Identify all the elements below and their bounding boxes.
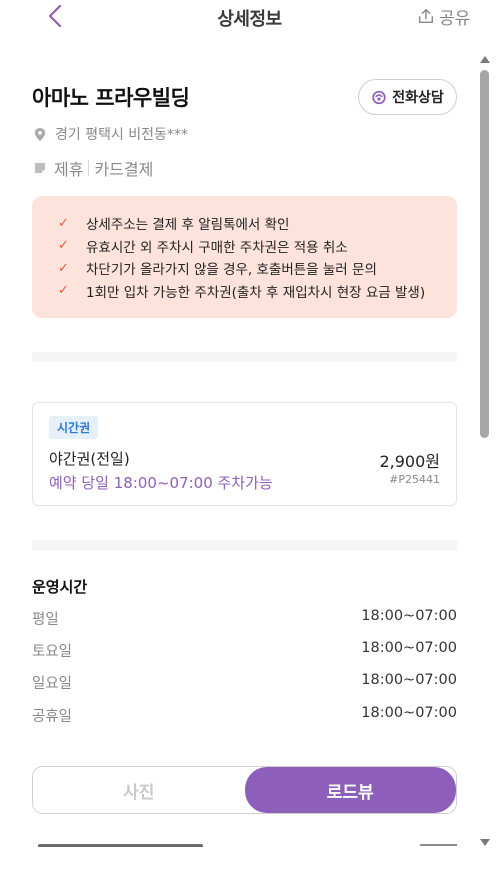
share-label: 공유 (439, 8, 471, 29)
hours-row: 일요일 18:00~07:00 (32, 672, 457, 693)
place-name: 아마노 프라우빌딩 (32, 86, 190, 110)
top-app-bar: 상세정보 공유 (0, 0, 499, 38)
hours-time: 18:00~07:00 (361, 672, 457, 688)
hours-day: 일요일 (32, 676, 73, 692)
notice-text: 1회만 입차 가능한 주차권(출차 후 재입차시 현장 요금 발생) (86, 284, 426, 301)
tab-photo[interactable]: 사진 (33, 767, 245, 813)
parking-ticket-card[interactable]: 시간권 야간권(전일) 2,900원 예약 당일 18:00~07:00 주차가… (32, 402, 457, 506)
notice-text: 유효시간 외 주차시 구매한 주차권은 적용 취소 (86, 239, 348, 256)
check-icon: ✓ (58, 260, 69, 276)
share-button[interactable]: 공유 (417, 4, 471, 29)
notice-box: ✓ 상세주소는 결제 후 알림톡에서 확인 ✓ 유효시간 외 주차시 구매한 주… (32, 196, 457, 318)
check-icon: ✓ (58, 238, 69, 254)
scroll-up-arrow-icon[interactable] (480, 56, 490, 63)
share-upload-icon (418, 8, 434, 24)
operating-hours-title: 운영시간 (32, 578, 88, 596)
notice-item: ✓ 유효시간 외 주차시 구매한 주차권은 적용 취소 (58, 235, 457, 258)
scrollbar[interactable] (479, 56, 491, 846)
tag-card-payment: 카드결제 (94, 160, 154, 179)
check-icon: ✓ (58, 283, 69, 299)
roadview-image-edge (38, 844, 203, 847)
location-pin-icon (34, 127, 46, 141)
check-icon: ✓ (58, 215, 69, 231)
hours-time: 18:00~07:00 (361, 608, 457, 624)
scroll-down-arrow-icon[interactable] (480, 839, 490, 846)
hours-row: 공휴일 18:00~07:00 (32, 705, 457, 726)
tab-roadview[interactable]: 로드뷰 (244, 767, 456, 813)
notice-text: 차단기가 올라가지 않을 경우, 호출버튼을 눌러 문의 (86, 262, 377, 279)
hours-time: 18:00~07:00 (361, 705, 457, 721)
ticket-price: 2,900원 (379, 452, 440, 471)
hours-day: 토요일 (32, 644, 73, 660)
notice-text: 상세주소는 결제 후 알림톡에서 확인 (86, 217, 290, 234)
view-mode-toggle[interactable]: 사진 로드뷰 (32, 766, 457, 814)
phone-consult-label: 전화상담 (392, 90, 444, 106)
notice-item: ✓ 상세주소는 결제 후 알림톡에서 확인 (58, 212, 457, 235)
address-row: 경기 평택시 비전동*** (33, 124, 188, 144)
phone-consult-icon (372, 90, 386, 105)
section-divider (32, 540, 457, 550)
tag-divider (88, 160, 90, 176)
feature-tags: 제휴 카드결제 (33, 156, 153, 180)
notice-item: ✓ 1회만 입차 가능한 주차권(출차 후 재입차시 현장 요금 발생) (58, 280, 457, 303)
scrollbar-thumb[interactable] (480, 70, 489, 438)
phone-consult-button[interactable]: 전화상담 (358, 79, 457, 115)
section-divider (32, 352, 457, 362)
tag-partner: 제휴 (54, 160, 84, 179)
hours-row: 토요일 18:00~07:00 (32, 640, 457, 661)
ticket-type-badge: 시간권 (49, 416, 99, 439)
hours-day: 공휴일 (32, 709, 73, 725)
hours-row: 평일 18:00~07:00 (32, 608, 457, 629)
notice-item: ✓ 차단기가 올라가지 않을 경우, 호출버튼을 눌러 문의 (58, 257, 457, 280)
roadview-image-edge (420, 844, 457, 846)
hours-time: 18:00~07:00 (361, 640, 457, 656)
address-text: 경기 평택시 비전동*** (55, 127, 188, 143)
hours-day: 평일 (32, 612, 59, 628)
ticket-code: #P25441 (389, 473, 440, 486)
ticket-time: 예약 당일 18:00~07:00 주차가능 (49, 474, 273, 492)
ticket-name: 야간권(전일) (49, 450, 130, 468)
card-tag-icon (35, 163, 45, 173)
